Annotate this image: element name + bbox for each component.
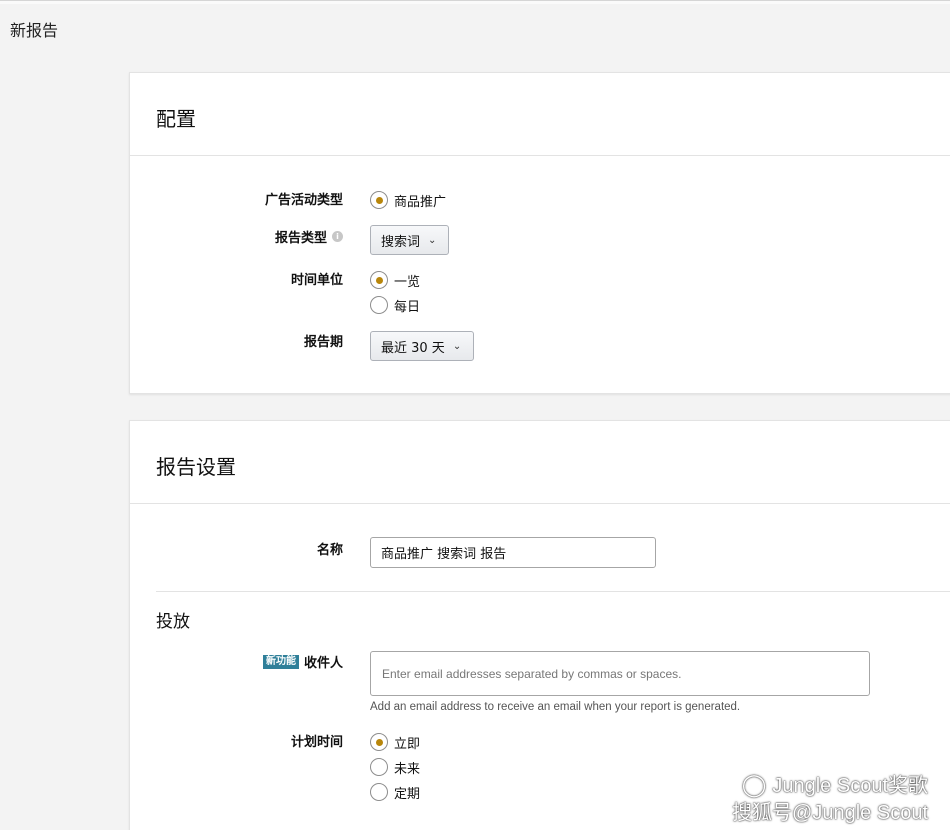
radio-unchecked-icon	[370, 758, 388, 776]
campaign-type-radio-sponsored-products[interactable]: 商品推广	[370, 189, 446, 211]
recipients-label-group: 新功能 收件人	[262, 652, 343, 671]
config-title: 配置	[156, 107, 196, 131]
new-feature-badge: 新功能	[262, 654, 299, 669]
info-icon[interactable]: i	[332, 231, 343, 242]
chevron-down-icon: ⌄	[452, 340, 462, 352]
recipients-label: 收件人	[303, 656, 343, 671]
report-period-value: 最近 30 天	[381, 340, 445, 356]
recipients-hint: Add an email address to receive an email…	[370, 701, 741, 713]
campaign-type-label: 广告活动类型	[264, 193, 343, 208]
radio-unchecked-icon	[370, 296, 388, 314]
radio-label: 未来	[394, 761, 421, 777]
time-unit-radio-summary[interactable]: 一览	[370, 269, 420, 291]
radio-checked-icon	[370, 271, 388, 289]
time-unit-radio-daily[interactable]: 每日	[370, 294, 420, 316]
schedule-radio-future[interactable]: 未来	[370, 756, 420, 778]
radio-checked-icon	[370, 733, 388, 751]
radio-label: 每日	[394, 299, 421, 315]
report-name-input[interactable]: 商品推广 搜索词 报告	[370, 537, 656, 568]
time-unit-label: 时间单位	[290, 273, 343, 288]
watermark-line1: Jungle Scout奖歌	[772, 775, 928, 797]
name-label: 名称	[316, 543, 343, 558]
schedule-label: 计划时间	[290, 735, 343, 750]
radio-label: 商品推广	[394, 194, 447, 210]
report-type-value: 搜索词	[381, 234, 421, 250]
report-period-select[interactable]: 最近 30 天 ⌄	[370, 331, 475, 361]
report-type-label-group: 报告类型 i	[275, 227, 343, 246]
report-type-select[interactable]: 搜索词 ⌄	[370, 225, 450, 255]
section-divider	[156, 591, 950, 592]
settings-title: 报告设置	[156, 455, 236, 479]
config-card: 配置 广告活动类型 商品推广 报告类型 i 搜索词 ⌄ 时间单位 一览 每日 报…	[129, 72, 950, 394]
schedule-radio-now[interactable]: 立即	[370, 731, 420, 753]
radio-unchecked-icon	[370, 783, 388, 801]
page-title: 新报告	[10, 21, 59, 40]
radio-label: 一览	[394, 274, 421, 290]
radio-checked-icon	[370, 191, 388, 209]
radio-label: 定期	[394, 786, 421, 802]
top-border	[0, 0, 950, 4]
report-type-label: 报告类型	[274, 231, 327, 246]
watermark: ◯ Jungle Scout奖歌 搜狐号@Jungle Scout	[732, 771, 928, 827]
watermark-line2: 搜狐号@Jungle Scout	[732, 802, 928, 824]
report-period-label: 报告期	[303, 335, 343, 350]
config-card-header: 配置	[130, 73, 950, 156]
chevron-down-icon: ⌄	[428, 234, 437, 246]
wechat-logo-icon: ◯	[741, 772, 767, 797]
report-settings-card: 报告设置 名称 商品推广 搜索词 报告 投放 新功能 收件人 Enter ema…	[129, 420, 950, 830]
recipients-email-input[interactable]: Enter email addresses separated by comma…	[370, 651, 870, 696]
settings-card-header: 报告设置	[130, 421, 950, 504]
schedule-radio-recurring[interactable]: 定期	[370, 781, 420, 803]
delivery-title: 投放	[156, 612, 190, 632]
radio-label: 立即	[394, 736, 421, 752]
